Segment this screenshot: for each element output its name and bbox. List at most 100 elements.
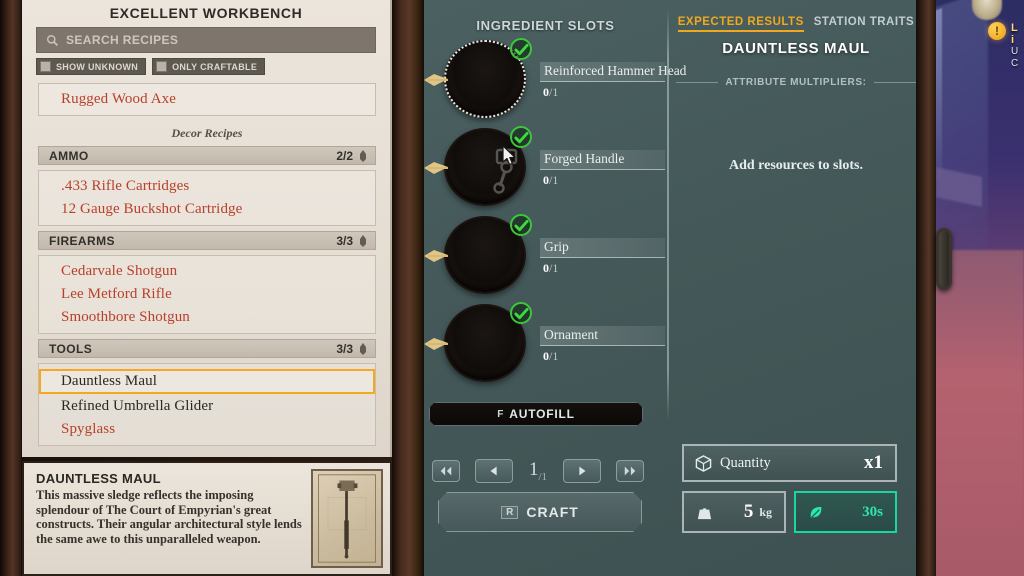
ingredient-slot-row[interactable]: Reinforced Hammer Head 0/1 [424,38,686,126]
ingredient-slot-row[interactable]: Forged Handle 0/1 [424,126,667,214]
description-body: This massive sledge reflects the imposin… [36,488,302,546]
list-item[interactable]: Rugged Wood Axe [39,88,375,111]
category-name: AMMO [49,148,89,163]
slot-name: Grip [540,238,665,258]
filter-show-unknown[interactable]: SHOW UNKNOWN [36,58,147,75]
slot-name: Forged Handle [540,150,665,170]
slot-info: Reinforced Hammer Head 0/1 [540,62,686,100]
section-label: Decor Recipes [171,126,243,140]
list-item[interactable]: Lee Metford Rifle [39,283,375,306]
list-item[interactable]: .433 Rifle Cartridges [39,175,375,198]
toast-line-1: L [1011,22,1018,34]
ingredient-slot-row[interactable]: Grip 0/1 [424,214,667,302]
slot-info: Forged Handle 0/1 [540,150,665,188]
craft-label: CRAFT [526,504,579,520]
item-description-panel: DAUNTLESS MAUL This massive sledge refle… [22,461,392,576]
slot-info: Ornament 0/1 [540,326,665,364]
weight-unit: kg [759,504,772,519]
craft-time-stat-box: 30s [794,491,897,533]
recipe-list[interactable]: Rugged Wood Axe Decor Recipes AMMO 2/2 .… [22,78,390,457]
toast-line-3: U [1011,46,1019,57]
stepper-next-button[interactable] [562,459,601,483]
attribute-multipliers-divider: ATTRIBUTE MULTIPLIERS: [676,77,916,88]
ingredient-slot-row[interactable]: Ornament 0/1 [424,302,667,390]
autofill-button[interactable]: F AUTOFILL [429,402,643,426]
quantity-stat-box[interactable]: Quantity x1 [682,444,897,482]
mouse-cursor [502,145,516,166]
category-items-firearms: Cedarvale Shotgun Lee Metford Rifle Smoo… [38,255,376,334]
list-item[interactable]: 12 Gauge Buckshot Cartridge [39,198,375,221]
filter-only-craftable[interactable]: ONLY CRAFTABLE [152,58,266,75]
attribute-multipliers-label: ATTRIBUTE MULTIPLIERS: [725,77,867,88]
slot-count: 0/1 [543,261,559,275]
craft-button[interactable]: R CRAFT [438,492,642,532]
quantity-value: 1/1 [528,459,548,483]
category-header-ammo[interactable]: AMMO 2/2 [38,146,376,165]
category-name: TOOLS [49,341,93,356]
results-column: EXPECTED RESULTS STATION TRAITS DAUNTLES… [676,16,916,174]
slot-name: Ornament [540,326,665,346]
door-handle [936,228,952,290]
recipe-browser-panel: EXCELLENT WORKBENCH SEARCH RECIPES SHOW … [22,0,392,457]
results-hint: Add resources to slots. [728,158,864,173]
category-header-tools[interactable]: TOOLS 3/3 [38,339,376,358]
window-frame-middle [392,0,424,576]
page-title: EXCELLENT WORKBENCH [109,5,303,21]
recipe-group-top: Rugged Wood Axe [38,83,376,116]
search-icon [46,34,59,46]
category-icon [360,234,366,247]
filter-toggles: SHOW UNKNOWN ONLY CRAFTABLE [36,58,376,75]
leaf-icon [810,506,822,518]
toast-line-2: i [1011,34,1015,46]
craft-time-value: 30s [862,503,883,520]
quantity-label: Quantity [720,454,771,471]
quantity-amount: x1 [864,452,883,473]
search-placeholder: SEARCH RECIPES [66,33,179,47]
slot-count: 0/1 [543,349,559,363]
slot-status-check-icon [510,38,532,60]
ingredient-slots-list: Reinforced Hammer Head 0/1 Forged Handle… [424,38,686,390]
box-icon [695,454,712,472]
tab-station-traits[interactable]: STATION TRAITS [814,16,914,30]
window-frame-right [916,0,936,576]
description-text-column: DAUNTLESS MAUL This massive sledge refle… [24,463,311,574]
stepper-last-button[interactable] [616,460,644,482]
category-count: 3/3 [336,233,353,248]
window-frame-left [0,0,22,576]
category-icon [360,149,366,162]
list-item-selected[interactable]: Dauntless Maul [39,369,375,394]
category-header-firearms[interactable]: FIREARMS 3/3 [38,231,376,250]
weight-stat-box: 5 kg [682,491,786,533]
results-tabs: EXPECTED RESULTS STATION TRAITS [676,16,916,32]
category-name: FIREARMS [49,233,115,248]
crafting-panel: INGREDIENT SLOTS Reinforced Hammer Head … [424,0,916,576]
category-items-tools: Dauntless Maul Refined Umbrella Glider S… [38,363,376,446]
left-icon [490,466,498,476]
slot-info: Grip 0/1 [540,238,665,276]
stepper-prev-button[interactable] [475,459,514,483]
tab-expected-results[interactable]: EXPECTED RESULTS [677,16,804,32]
filter-label: ONLY CRAFTABLE [172,61,258,72]
slot-count: 0/1 [543,173,559,187]
toast-text: L i U C [1011,22,1024,70]
category-icon [360,342,366,355]
slot-status-check-icon [510,214,532,236]
list-item[interactable]: Smoothbore Shotgun [39,306,375,329]
list-item[interactable]: Spyglass [39,418,375,441]
divider-line-left [676,82,719,83]
list-item[interactable]: Cedarvale Shotgun [39,260,375,283]
weight-icon [697,507,712,519]
toast-line-4: C [1011,58,1019,69]
category-count: 2/2 [336,148,353,163]
checkbox-icon[interactable] [156,61,168,72]
list-item[interactable]: Refined Umbrella Glider [39,395,375,418]
search-input[interactable]: SEARCH RECIPES [36,27,376,53]
notification-toast[interactable]: L i U C [988,22,1024,70]
right-icon [578,466,586,476]
category-count: 3/3 [336,341,353,356]
slot-status-check-icon [510,302,532,324]
autofill-label: AUTOFILL [509,407,575,421]
stepper-first-button[interactable] [432,460,460,482]
autofill-key-badge: F [497,408,504,420]
checkbox-icon[interactable] [40,61,51,72]
